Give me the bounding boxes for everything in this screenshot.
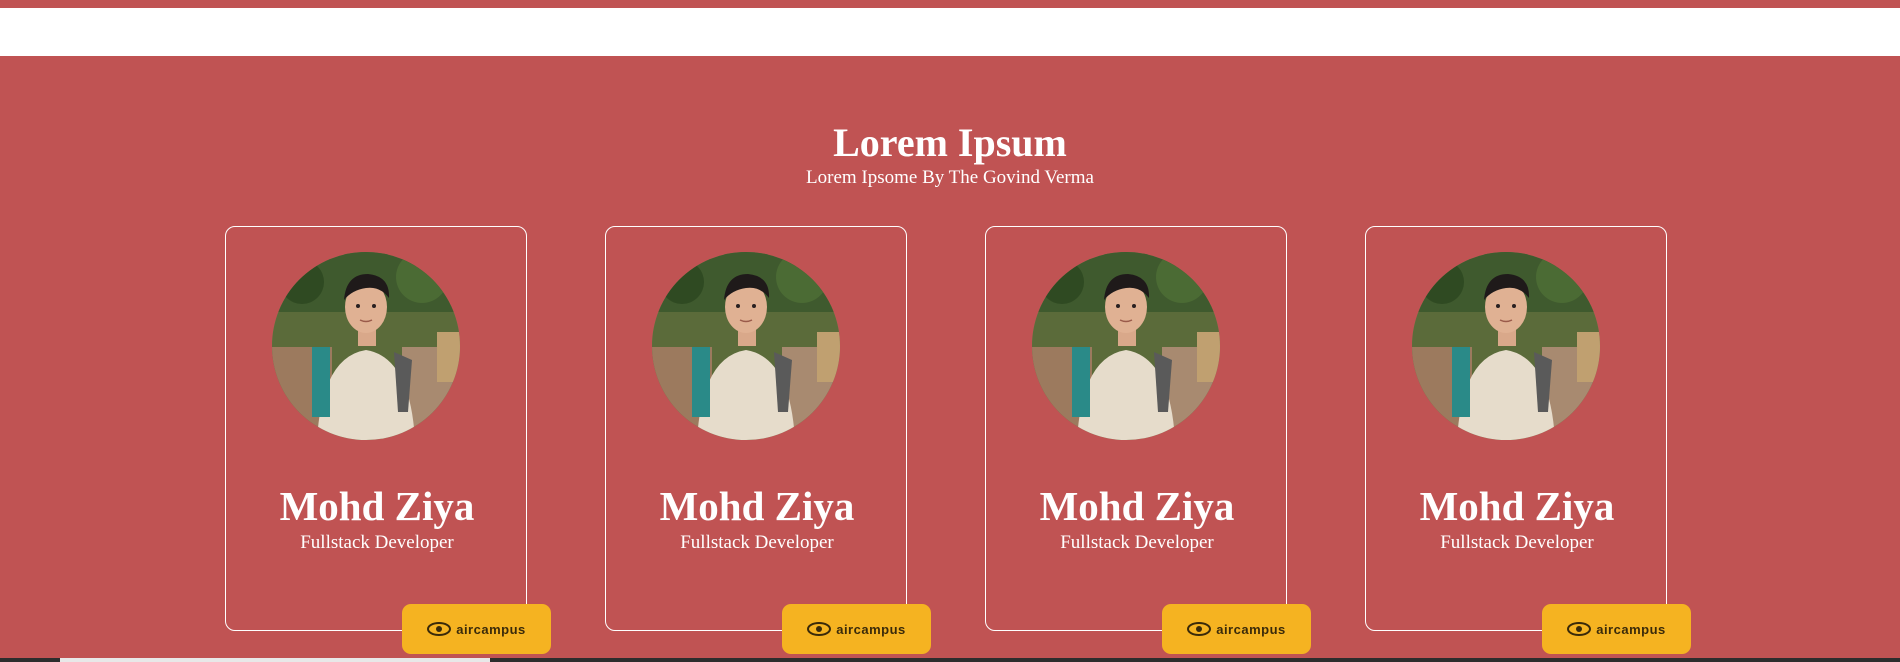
member-role: Fullstack Developer [680, 532, 834, 553]
member-role: Fullstack Developer [1440, 532, 1594, 553]
member-name: Mohd Ziya [1039, 483, 1235, 529]
badge-label: aircampus [456, 621, 526, 637]
profile-card: Mohd Ziya Fullstack Developer aircampus [985, 226, 1311, 654]
section-title: Lorem Ipsum [833, 120, 1067, 165]
member-name: Mohd Ziya [1419, 483, 1615, 529]
top-strip [0, 0, 1900, 8]
team-section: Lorem Ipsum Lorem Ipsome By The Govind V… [0, 56, 1900, 662]
avatar [652, 252, 840, 440]
navbar [0, 8, 1900, 56]
profile-card: Mohd Ziya Fullstack Developer aircampus [605, 226, 931, 654]
aircampus-badge[interactable]: aircampus [402, 604, 551, 654]
eye-logo-icon [1187, 622, 1212, 636]
profile-card: Mohd Ziya Fullstack Developer aircampus [1365, 226, 1691, 654]
avatar [1032, 252, 1220, 440]
member-name: Mohd Ziya [279, 483, 475, 529]
eye-logo-icon [1567, 622, 1592, 636]
aircampus-badge[interactable]: aircampus [782, 604, 931, 654]
member-role: Fullstack Developer [1060, 532, 1214, 553]
badge-label: aircampus [836, 621, 906, 637]
section-subtitle: Lorem Ipsome By The Govind Verma [806, 167, 1094, 188]
bottom-strip-light [60, 658, 490, 662]
member-name: Mohd Ziya [659, 483, 855, 529]
profile-card: Mohd Ziya Fullstack Developer aircampus [225, 226, 551, 654]
badge-label: aircampus [1596, 621, 1666, 637]
aircampus-badge[interactable]: aircampus [1162, 604, 1311, 654]
eye-logo-icon [427, 622, 452, 636]
eye-logo-icon [807, 622, 832, 636]
avatar [272, 252, 460, 440]
avatar [1412, 252, 1600, 440]
member-role: Fullstack Developer [300, 532, 454, 553]
aircampus-badge[interactable]: aircampus [1542, 604, 1691, 654]
badge-label: aircampus [1216, 621, 1286, 637]
